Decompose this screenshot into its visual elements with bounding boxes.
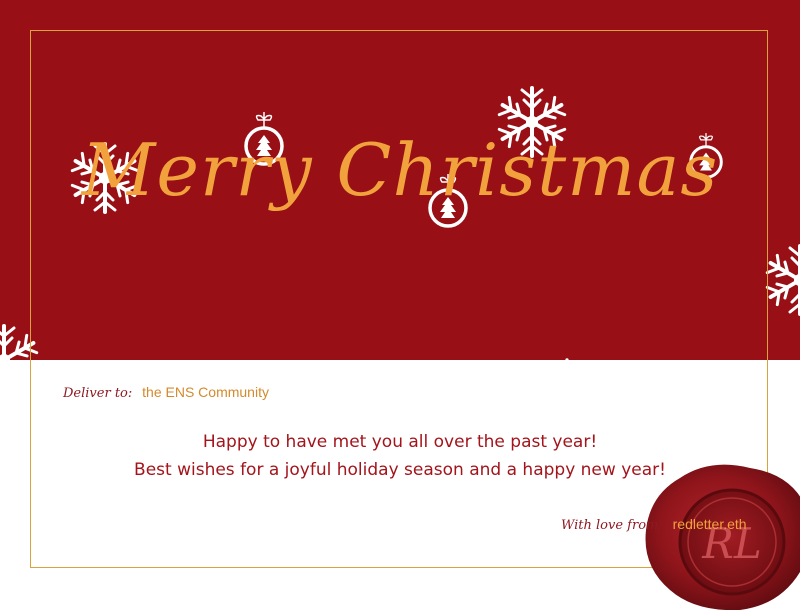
snowflake-icon	[0, 326, 37, 360]
message-line: Best wishes for a joyful holiday season …	[100, 456, 700, 484]
signoff-line: With love from: redletter.eth	[561, 516, 747, 533]
signoff-name: redletter.eth	[673, 516, 747, 532]
deliver-to-label: Deliver to:	[63, 386, 132, 401]
christmas-card: Merry Christmas Deliver to: the ENS Comm…	[0, 0, 800, 600]
deliver-to-line: Deliver to: the ENS Community	[63, 384, 269, 401]
greeting-message: Happy to have met you all over the past …	[100, 428, 700, 484]
message-line: Happy to have met you all over the past …	[100, 428, 700, 456]
wax-seal-icon: RL	[640, 460, 800, 610]
deliver-to-recipient: the ENS Community	[142, 384, 269, 400]
snowflake-icon	[767, 246, 800, 314]
card-title: Merry Christmas	[0, 128, 800, 212]
signoff-label: With love from:	[561, 518, 663, 533]
red-header-panel: Merry Christmas	[0, 0, 800, 360]
